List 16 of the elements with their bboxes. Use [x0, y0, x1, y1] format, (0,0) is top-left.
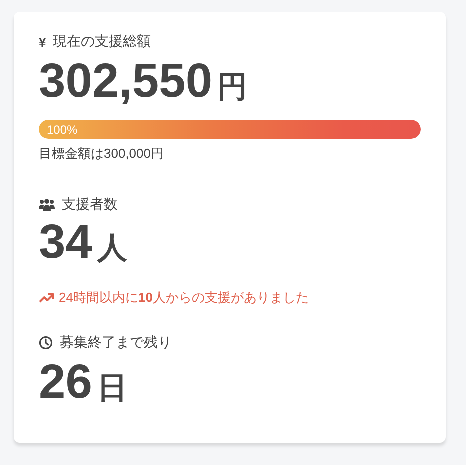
stat-label: 現在の支援総額 — [53, 33, 152, 51]
trend-note: 24時間以内に10人からの支援がありました — [59, 289, 309, 307]
stat-value: 302,550 — [39, 54, 213, 110]
people-icon — [39, 199, 55, 211]
stat-label: 募集終了まで残り — [60, 334, 172, 352]
goal-note: 目標金額は300,000円 — [39, 145, 165, 163]
clock-icon — [39, 336, 53, 350]
progress-percent: 100% — [46, 122, 78, 136]
stat-value: 26 — [39, 355, 92, 411]
stat-label: 支援者数 — [62, 196, 118, 214]
stat-unit: 人 — [97, 231, 128, 267]
stat-value: 34 — [39, 215, 92, 271]
yen-icon: ¥ — [39, 34, 46, 50]
stat-unit: 円 — [218, 70, 248, 106]
trend-up-icon — [39, 293, 55, 303]
stat-unit: 日 — [97, 371, 128, 407]
